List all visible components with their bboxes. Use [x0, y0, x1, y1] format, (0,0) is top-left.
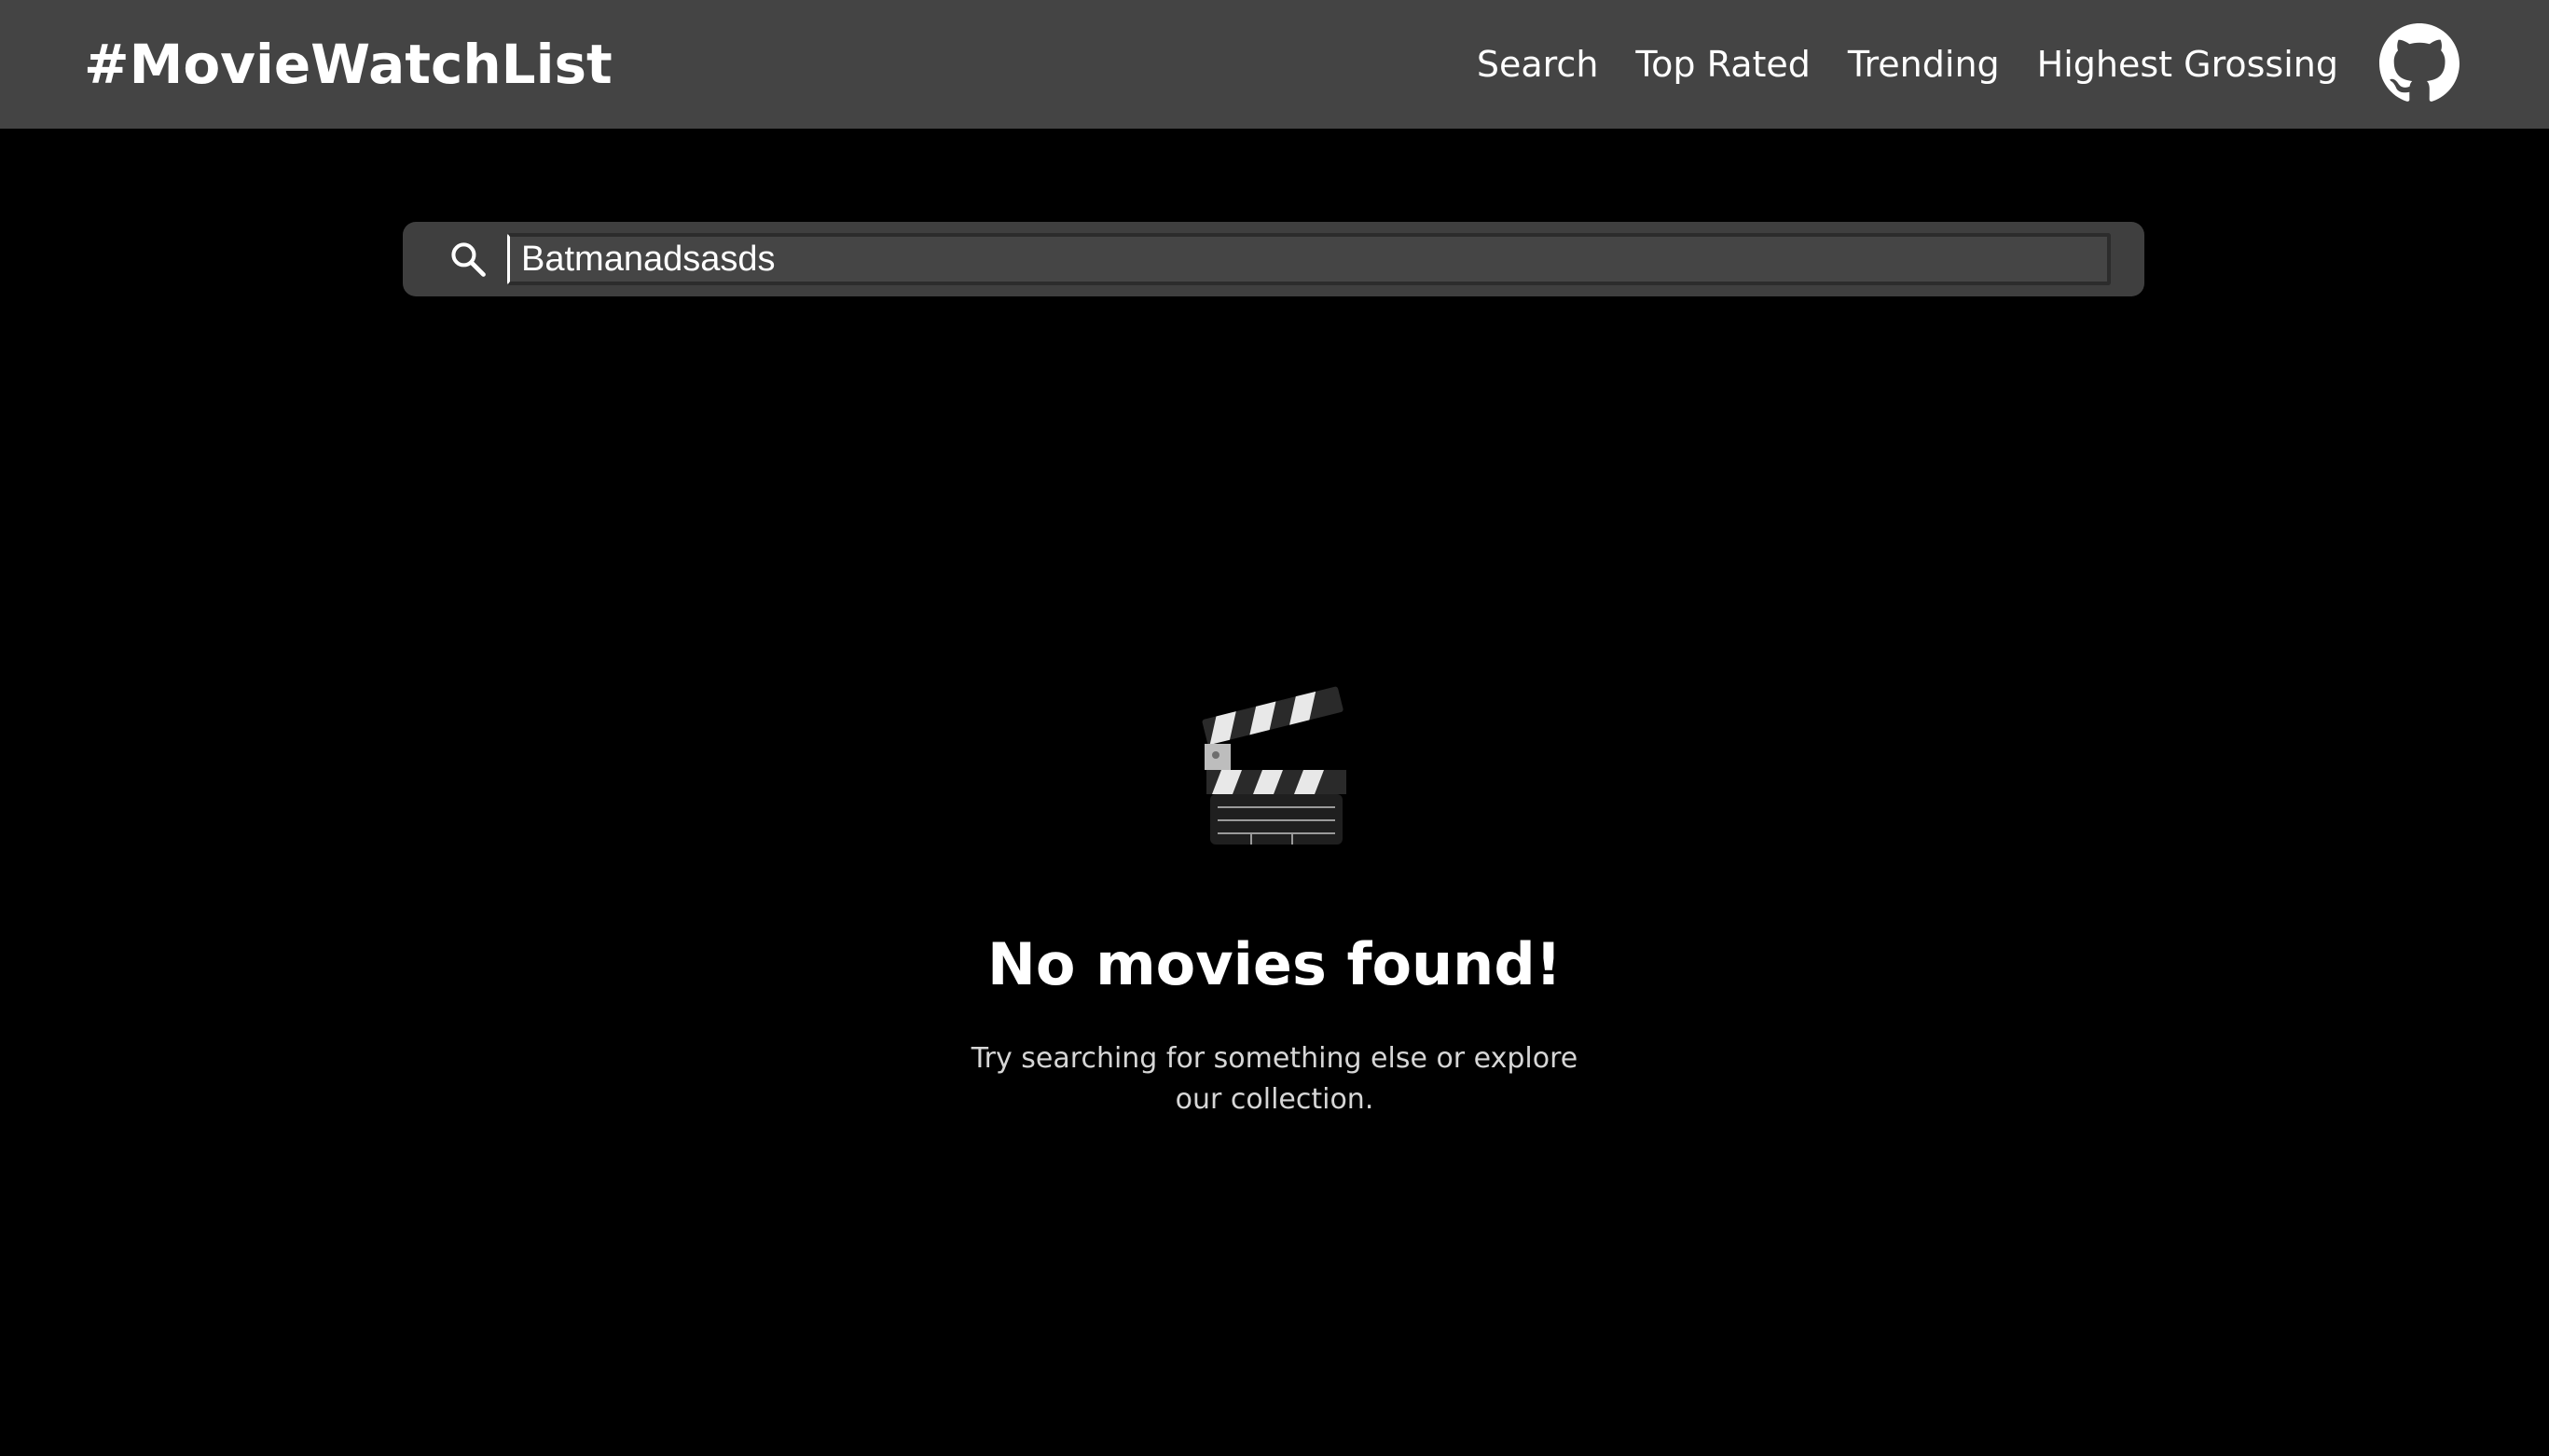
nav-link-highest-grossing[interactable]: Highest Grossing — [2037, 44, 2338, 85]
search-input[interactable] — [507, 233, 2111, 285]
brand-logo-text[interactable]: #MovieWatchList — [84, 0, 613, 129]
empty-state-subtitle: Try searching for something else or expl… — [971, 1042, 1578, 1116]
empty-state: No movies found! Try searching for somet… — [0, 680, 2549, 1116]
github-icon[interactable] — [2379, 23, 2459, 103]
nav-link-trending[interactable]: Trending — [1848, 44, 2000, 85]
search-icon — [451, 242, 486, 277]
top-navbar: #MovieWatchList Search Top Rated Trendin… — [0, 0, 2549, 129]
empty-state-title: No movies found! — [987, 930, 1562, 998]
nav-link-top-rated[interactable]: Top Rated — [1635, 44, 1810, 85]
search-bar — [403, 222, 2144, 296]
clapperboard-icon — [1202, 686, 1346, 845]
nav-links: Search Top Rated Trending Highest Grossi… — [1477, 0, 2338, 129]
nav-link-search[interactable]: Search — [1477, 44, 1599, 85]
